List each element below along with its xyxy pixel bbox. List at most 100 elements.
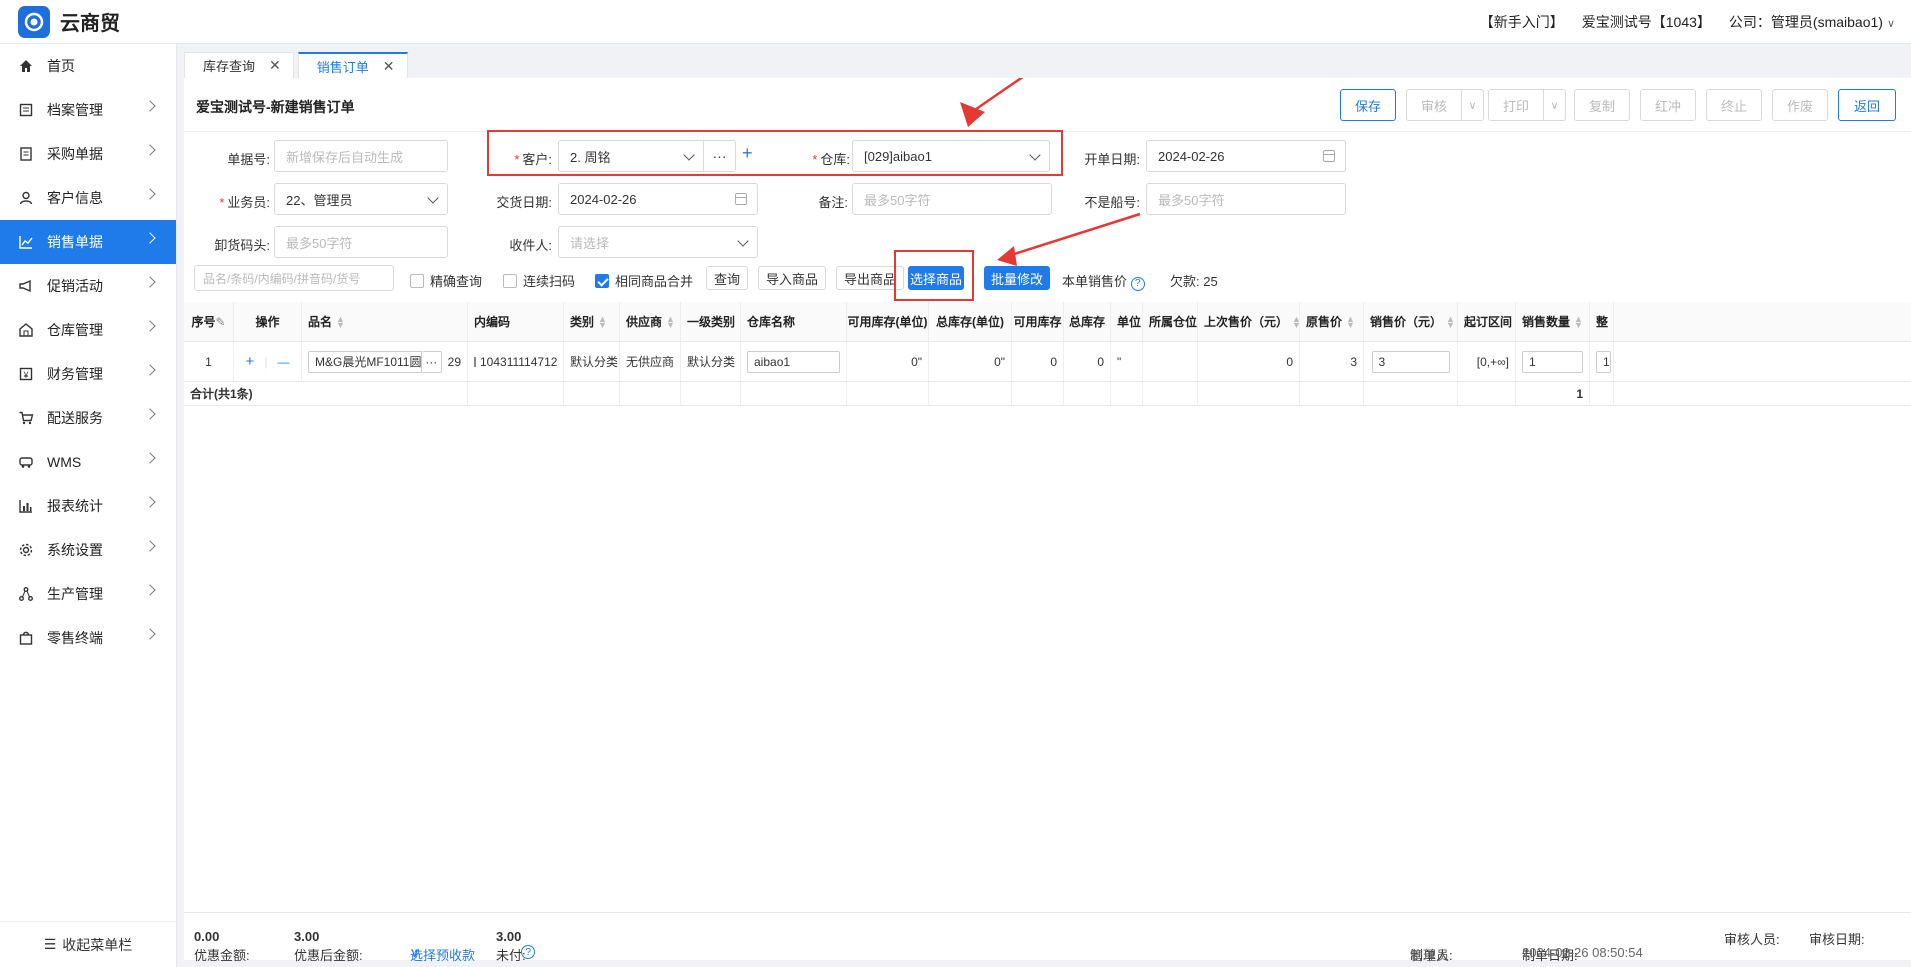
sort-icon[interactable]: ▲▼: [1346, 314, 1355, 329]
edit-icon[interactable]: ✎: [215, 315, 225, 329]
sidebar-item-0[interactable]: 首页: [0, 44, 176, 88]
collapse-menu-button[interactable]: ☰ 收起菜单栏: [0, 921, 176, 967]
remove-row-icon[interactable]: —: [277, 355, 289, 369]
column-header[interactable]: 供应商 ▲ ▼: [620, 302, 681, 341]
footer-bar: 优惠金额: 0.00 优惠后金额: 3.00 选择预收款 ∨ 未付: 3.00 ?…: [184, 912, 1911, 963]
company-menu[interactable]: 公司：管理员(smaibao1) ∨: [1729, 12, 1895, 32]
tab-sales-order[interactable]: 销售订单 ✕: [297, 52, 408, 78]
tab-inventory-query[interactable]: 库存查询 ✕: [184, 52, 294, 78]
annotation-arrow-1: [965, 78, 1024, 118]
column-header[interactable]: 品名 ▲ ▼: [302, 302, 468, 341]
column-header[interactable]: 单位: [1111, 302, 1143, 341]
sort-icon[interactable]: ▲▼: [1574, 314, 1583, 329]
column-header-label: 内编码: [474, 315, 511, 329]
column-header-label: 操作: [255, 315, 280, 329]
sort-icon[interactable]: ▲▼: [1446, 314, 1455, 329]
column-header-label: 品名: [308, 315, 333, 329]
summary-cell: 合计(共1条): [184, 382, 468, 405]
column-header[interactable]: 整: [1590, 302, 1614, 341]
quantity-value: 1: [1529, 354, 1536, 369]
logo-icon: [18, 5, 50, 38]
close-icon[interactable]: ✕: [383, 58, 395, 75]
main-panel: 爱宝测试号-新建销售订单 保存 审核 ∨ 打印 ∨ 复制 红冲 终止 作废 返回…: [184, 78, 1911, 960]
sidebar-item-6[interactable]: 仓库管理: [0, 308, 176, 352]
column-header[interactable]: 销售数量 ▲ ▼: [1516, 302, 1590, 341]
chevron-down-icon: ∨: [410, 945, 420, 960]
sidebar-item-9[interactable]: WMS: [0, 440, 176, 484]
column-header[interactable]: 可用库存: [1012, 302, 1064, 341]
sidebar-item-label: 生产管理: [47, 586, 103, 602]
summary-cell: [1012, 382, 1064, 405]
column-header[interactable]: 内编码: [468, 302, 564, 341]
sidebar-item-4[interactable]: 销售单据: [0, 220, 176, 264]
column-header[interactable]: 可用库存(单位): [847, 302, 929, 341]
retail-bag-icon: [18, 630, 34, 646]
help-icon[interactable]: ?: [521, 945, 536, 959]
product-name-value: M&G晨光MF1011圆珠笔: [315, 355, 422, 369]
column-header[interactable]: 仓库名称: [741, 302, 847, 341]
chevron-right-icon: [144, 408, 156, 420]
whole-input[interactable]: 1: [1596, 350, 1611, 373]
quantity-input[interactable]: 1: [1522, 350, 1583, 373]
sidebar-item-label: 销售单据: [47, 234, 103, 250]
close-icon[interactable]: ✕: [269, 57, 281, 74]
sidebar-item-label: 档案管理: [47, 102, 103, 118]
sidebar: 首页档案管理采购单据 客户信息销售单据促销活动 仓库管理 ¥ 财务管理 配送服务 WMS 报表…: [0, 44, 177, 967]
column-header[interactable]: 销售价（元） ▲ ▼: [1364, 302, 1458, 341]
column-header[interactable]: 上次售价（元）▲▼: [1198, 302, 1300, 341]
column-header[interactable]: 总库存(单位): [929, 302, 1012, 341]
purchase-doc-icon: [18, 146, 34, 162]
sort-icon[interactable]: ▲▼: [1292, 314, 1299, 329]
column-header-label: 销售数量: [1522, 315, 1571, 329]
sidebar-item-2[interactable]: 采购单据: [0, 132, 176, 176]
column-header-label: 整: [1596, 315, 1609, 329]
sidebar-item-10[interactable]: 报表统计: [0, 484, 176, 528]
summary-cell: [1111, 382, 1143, 405]
column-header[interactable]: 序号 ✎: [184, 302, 234, 341]
product-name-input[interactable]: M&G晨光MF1011圆珠笔: [308, 350, 422, 373]
sidebar-item-7[interactable]: ¥ 财务管理: [0, 352, 176, 396]
sidebar-item-3[interactable]: 客户信息: [0, 176, 176, 220]
sidebar-item-13[interactable]: 零售终端: [0, 616, 176, 660]
logo[interactable]: 云商贸: [18, 5, 120, 38]
column-header[interactable]: 所属仓位: [1143, 302, 1198, 341]
column-header-label: 销售价（元）: [1370, 315, 1443, 329]
sidebar-item-5[interactable]: 促销活动: [0, 264, 176, 308]
sale-price-input[interactable]: 3: [1371, 350, 1450, 373]
column-header[interactable]: 类别 ▲ ▼: [564, 302, 620, 341]
column-header[interactable]: 一级类别: [681, 302, 741, 341]
column-header[interactable]: 总库存: [1064, 302, 1111, 341]
sidebar-item-8[interactable]: 配送服务: [0, 396, 176, 440]
cell-total: 0: [1064, 342, 1111, 381]
tab-label: 库存查询: [203, 59, 256, 74]
image-icon[interactable]: [474, 356, 476, 367]
chevron-right-icon: [144, 188, 156, 200]
sort-icon[interactable]: ▲▼: [598, 314, 607, 329]
sidebar-item-12[interactable]: 生产管理: [0, 572, 176, 616]
summary-cell: [564, 382, 620, 405]
table-row[interactable]: 1 + | — M&G晨光MF1011圆珠笔··· 29 104311114712 默认分类无…: [184, 342, 1911, 382]
warehouse-cell-input[interactable]: aibao1: [747, 350, 840, 373]
cell-sale-price: 3: [1364, 342, 1458, 381]
cell-orig-price: 3: [1300, 342, 1364, 381]
user-icon: [18, 190, 34, 206]
newbie-link[interactable]: 【新手入门】: [1480, 12, 1564, 32]
chevron-right-icon: [144, 276, 156, 288]
auditor: 审核人员:: [1724, 932, 1780, 947]
column-header[interactable]: 操作: [234, 302, 302, 341]
annotation-arrowhead-2: [997, 246, 1017, 266]
column-header[interactable]: 起订区间: [1458, 302, 1516, 341]
sort-icon[interactable]: ▲▼: [336, 314, 345, 329]
add-row-icon[interactable]: +: [246, 353, 255, 370]
product-more-button[interactable]: ···: [421, 350, 442, 373]
sidebar-item-11[interactable]: 系统设置: [0, 528, 176, 572]
column-header[interactable]: 原售价 ▲ ▼: [1300, 302, 1364, 341]
summary-cell: [1064, 382, 1111, 405]
sidebar-item-1[interactable]: 档案管理: [0, 88, 176, 132]
sidebar-item-label: WMS: [47, 454, 82, 470]
column-header-label: 总库存(单位): [936, 315, 1004, 329]
finance-icon: ¥: [18, 366, 34, 382]
sort-icon[interactable]: ▲▼: [666, 314, 675, 329]
discount-value: 0.00: [194, 929, 220, 944]
column-header-label: 供应商: [626, 315, 663, 329]
